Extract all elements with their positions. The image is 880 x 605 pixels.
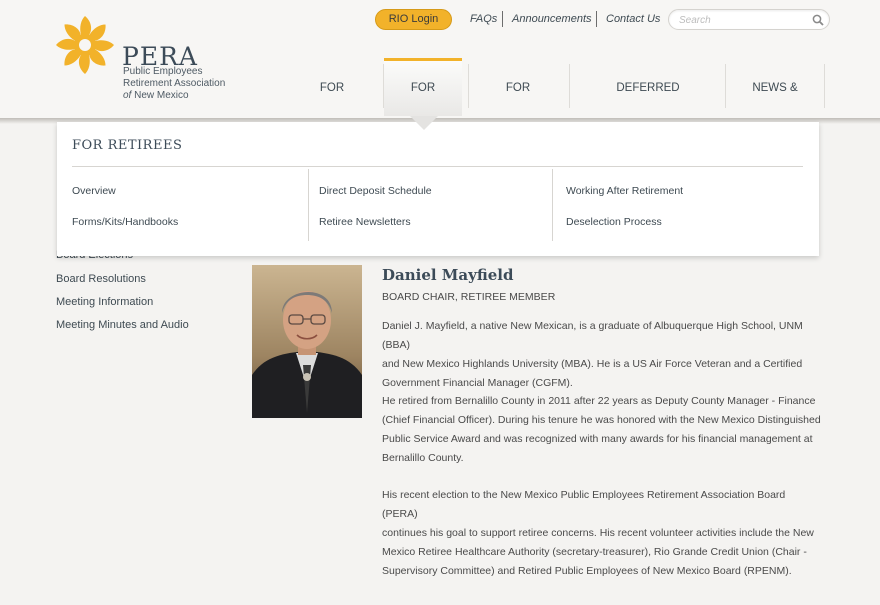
bio-line: Public Service Award and was recognized … [382, 433, 813, 445]
faqs-link[interactable]: FAQs [470, 13, 497, 25]
bio-paragraph-2: He retired from Bernalillo County in 201… [382, 392, 822, 468]
bio-line: He retired from Bernalillo County in 201… [382, 395, 816, 407]
dropdown-column-divider [308, 169, 309, 241]
profile-name: Daniel Mayfield [382, 266, 514, 284]
bio-line: and New Mexico Highlands University (MBA… [382, 358, 803, 370]
nav-for-employers[interactable]: FOR EMPLOYERS [473, 64, 563, 142]
search-input[interactable] [679, 13, 809, 27]
dropdown-link-overview[interactable]: Overview [72, 185, 116, 197]
rio-login-button[interactable]: RIO Login [375, 9, 452, 30]
nav-divider [824, 64, 825, 108]
bio-line: (Chief Financial Officer). During his te… [382, 414, 821, 426]
nav-deferred-compensation[interactable]: DEFERRED COMPENSATION [576, 64, 720, 142]
logo-tagline-of: of [123, 90, 132, 101]
nav-news-events[interactable]: NEWS & EVENTS [731, 64, 819, 142]
bio-paragraph-3: His recent election to the New Mexico Pu… [382, 486, 822, 581]
dropdown-link-direct-deposit[interactable]: Direct Deposit Schedule [319, 185, 432, 197]
portrait-image [252, 291, 362, 418]
logo-tagline: Public Employees Retirement Association … [123, 66, 253, 102]
sidebar-item-meeting-information[interactable]: Meeting Information [56, 296, 153, 308]
bio-line: Mexico Retiree Healthcare Authority (sec… [382, 546, 807, 558]
dropdown-link-forms[interactable]: Forms/Kits/Handbooks [72, 216, 178, 228]
nav-divider [468, 64, 469, 108]
for-retirees-dropdown: FOR RETIREES Overview Forms/Kits/Handboo… [57, 122, 819, 256]
bio-line: Bernalillo County. [382, 452, 464, 464]
pera-logo[interactable]: PERA Public Employees Retirement Associa… [54, 14, 254, 114]
bio-line: Government Financial Manager (CGFM). [382, 377, 573, 389]
sidebar-item-board-resolutions[interactable]: Board Resolutions [56, 273, 146, 285]
bio-line: His recent election to the New Mexico Pu… [382, 489, 786, 520]
nav-for-members[interactable]: FOR MEMBERS [290, 64, 374, 142]
search-box [668, 9, 830, 30]
nav-divider [725, 64, 726, 108]
bio-line: Daniel J. Mayfield, a native New Mexican… [382, 320, 803, 351]
nav-for-retirees[interactable]: FOR RETIREES [384, 58, 462, 148]
utility-divider [502, 11, 503, 27]
dropdown-link-newsletters[interactable]: Retiree Newsletters [319, 216, 411, 228]
sidebar-item-meeting-minutes[interactable]: Meeting Minutes and Audio [56, 319, 189, 331]
logo-tagline-line3: of New Mexico [123, 90, 253, 102]
search-icon[interactable] [812, 14, 824, 26]
profile-photo [252, 265, 362, 418]
announcements-link[interactable]: Announcements [512, 13, 592, 25]
dropdown-pointer [410, 116, 438, 130]
dropdown-column-divider [552, 169, 553, 241]
dropdown-title: FOR RETIREES [72, 138, 183, 153]
dropdown-link-deselection[interactable]: Deselection Process [566, 216, 662, 228]
bio-paragraph-1: Daniel J. Mayfield, a native New Mexican… [382, 317, 822, 393]
nav-divider [569, 64, 570, 108]
logo-tagline-line2: Retirement Association [123, 78, 226, 89]
logo-tagline-line1: Public Employees [123, 66, 203, 77]
bio-line: Supervisory Committee) and Retired Publi… [382, 565, 792, 577]
sun-logo-icon [56, 16, 114, 74]
dropdown-link-working-after-retirement[interactable]: Working After Retirement [566, 185, 683, 197]
dropdown-divider [72, 166, 803, 167]
bio-line: continues his goal to support retiree co… [382, 527, 814, 539]
profile-role: BOARD CHAIR, RETIREE MEMBER [382, 291, 556, 303]
logo-tagline-state: New Mexico [134, 90, 189, 101]
utility-divider [596, 11, 597, 27]
contact-us-link[interactable]: Contact Us [606, 13, 660, 25]
site-header: PERA Public Employees Retirement Associa… [0, 0, 880, 148]
